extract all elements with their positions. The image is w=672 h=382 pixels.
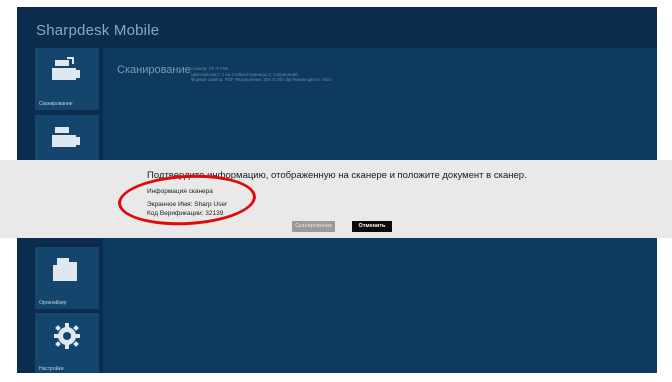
sidebar-item-label: Органайзер	[39, 300, 67, 306]
scan-detail-line: Формат файла: PDF Разрешение: 200 X 200 …	[191, 77, 332, 82]
scanner-info-heading: Информация сканера	[147, 188, 213, 195]
scanner-info: Информация сканера Экранное Имя: Sharp U…	[147, 187, 227, 219]
folder-icon	[53, 258, 77, 281]
sidebar-item-settings[interactable]: Настройки	[35, 313, 99, 373]
sidebar-item-label: Настройки	[39, 366, 64, 372]
sidebar-item-label: Сканирование	[39, 101, 73, 107]
app-title: Sharpdesk Mobile	[36, 22, 160, 39]
scanner-confirm-dialog: Подтвердите информацию, отображенную на …	[0, 160, 672, 238]
scan-settings-summary: Сканер: SF-X F96 Цветной лист: 1 на стой…	[191, 66, 332, 83]
gear-icon	[54, 323, 80, 349]
verification-code: Код Верификации: 32139	[147, 210, 224, 217]
screen-name: Экранное Имя: Sharp User	[147, 200, 228, 208]
scanner-icon	[52, 57, 80, 80]
cancel-button[interactable]: Отменить	[352, 221, 392, 232]
sidebar-item-scan[interactable]: Сканирование	[35, 48, 99, 110]
scan-button[interactable]: Сканирование	[292, 221, 335, 232]
sidebar-item-scan-2[interactable]	[35, 115, 99, 165]
dialog-message: Подтвердите информацию, отображенную на …	[147, 170, 527, 181]
panel-title: Сканирование	[117, 64, 191, 76]
scanner-icon	[52, 127, 80, 147]
sidebar-item-organizer[interactable]: Органайзер	[35, 247, 99, 309]
